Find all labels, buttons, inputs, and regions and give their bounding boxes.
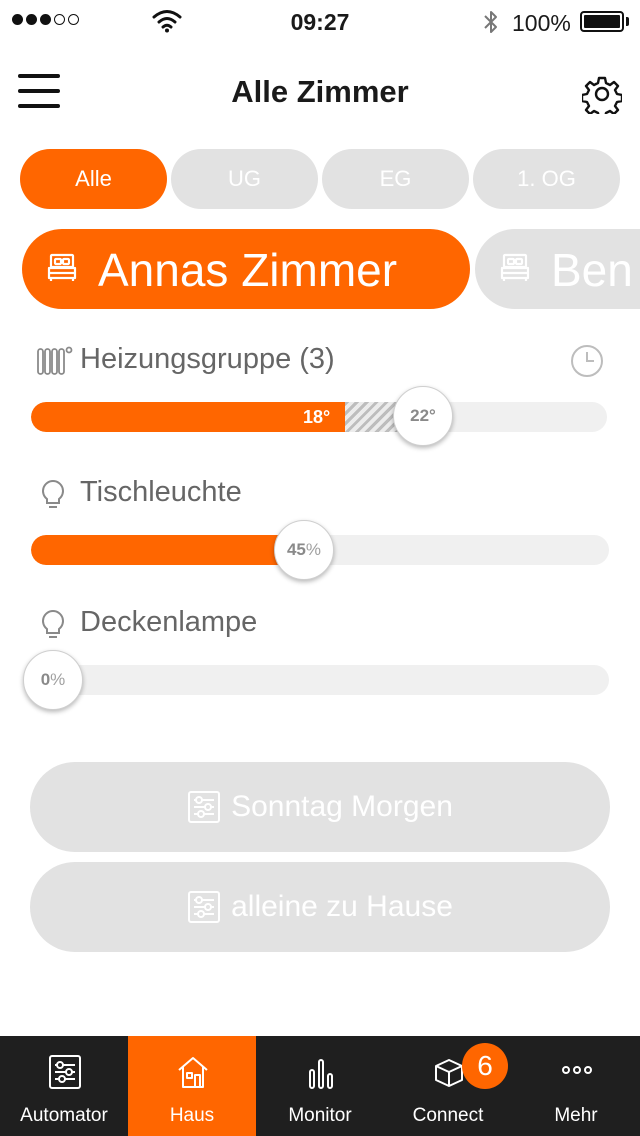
tab-haus[interactable]: Haus	[128, 1036, 256, 1136]
scene-button-alleine-zu-hause[interactable]: alleine zu Hause	[30, 862, 610, 952]
connect-notification-badge: 6	[462, 1043, 508, 1089]
floor-tabs: Alle UG EG 1. OG	[20, 149, 620, 209]
sliders-icon	[49, 1055, 81, 1089]
heating-target-knob[interactable]: 22°	[393, 386, 453, 446]
more-dots-icon	[562, 1066, 592, 1074]
battery-nub	[626, 17, 629, 26]
lamp-tischleuchte-name: Tischleuchte	[80, 476, 242, 508]
tab-label: Automator	[20, 1105, 108, 1126]
tab-label: Mehr	[554, 1105, 598, 1126]
lamp-tischleuchte-knob[interactable]: 45%	[274, 520, 334, 580]
battery-icon	[580, 11, 624, 32]
bed-icon	[47, 253, 77, 281]
clock-icon[interactable]	[570, 344, 604, 378]
house-icon	[178, 1057, 208, 1088]
heating-current-temp: 18°	[303, 407, 331, 427]
heating-slider[interactable]: 18°	[31, 402, 607, 432]
radiator-icon	[37, 346, 73, 375]
header: Alle Zimmer	[0, 44, 640, 144]
floor-tab-1og[interactable]: 1. OG	[473, 149, 620, 209]
heating-group-name: Heizungsgruppe (3)	[80, 343, 335, 375]
room-tab-ben[interactable]: Ben	[475, 229, 640, 309]
tab-label: Monitor	[288, 1105, 352, 1126]
percent-unit: %	[50, 670, 66, 689]
heating-current-fill	[31, 402, 345, 432]
scene-label: Sonntag Morgen	[231, 790, 453, 823]
bed-icon	[500, 253, 530, 281]
floor-tab-eg[interactable]: EG	[322, 149, 469, 209]
heating-target-temp: 22°	[410, 406, 436, 425]
scene-sliders-icon	[188, 791, 221, 823]
bulb-icon	[42, 609, 64, 638]
tab-bar: Automator Haus Monitor Connect Mehr	[0, 1036, 640, 1136]
page-title: Alle Zimmer	[231, 74, 409, 109]
percent-unit: %	[305, 540, 322, 559]
room-tab-annas-zimmer[interactable]: Annas Zimmer	[22, 229, 470, 309]
gear-icon[interactable]	[582, 74, 622, 114]
scene-label: alleine zu Hause	[231, 890, 453, 923]
tab-label: Connect	[412, 1105, 484, 1126]
lamp-deckenlampe-name: Deckenlampe	[80, 606, 258, 638]
room-tabs: Annas Zimmer Ben	[0, 229, 640, 311]
room-label: Annas Zimmer	[98, 244, 398, 296]
lamp-deckenlampe-knob[interactable]: 0%	[23, 650, 83, 710]
battery-percentage: 100%	[512, 10, 571, 36]
floor-tab-ug[interactable]: UG	[171, 149, 318, 209]
status-bar: 09:27 100%	[0, 0, 640, 44]
lamp-tischleuchte-value: 45	[286, 540, 306, 559]
lamp-tischleuchte-fill	[31, 535, 312, 565]
floor-tab-alle[interactable]: Alle	[20, 149, 167, 209]
tab-mehr[interactable]: Mehr	[512, 1036, 640, 1136]
lamp-deckenlampe-value: 0	[40, 670, 51, 689]
room-label: Ben	[551, 244, 633, 296]
lamp-deckenlampe-slider[interactable]	[31, 665, 609, 695]
bulb-icon	[42, 479, 64, 508]
cube-icon	[435, 1059, 463, 1087]
scene-button-sonntag-morgen[interactable]: Sonntag Morgen	[30, 762, 610, 852]
tab-label: Haus	[169, 1105, 215, 1126]
tab-monitor[interactable]: Monitor	[256, 1036, 384, 1136]
tab-automator[interactable]: Automator	[0, 1036, 128, 1136]
bluetooth-icon	[484, 11, 497, 33]
bar-chart-icon	[309, 1059, 333, 1089]
scene-sliders-icon	[188, 891, 221, 923]
